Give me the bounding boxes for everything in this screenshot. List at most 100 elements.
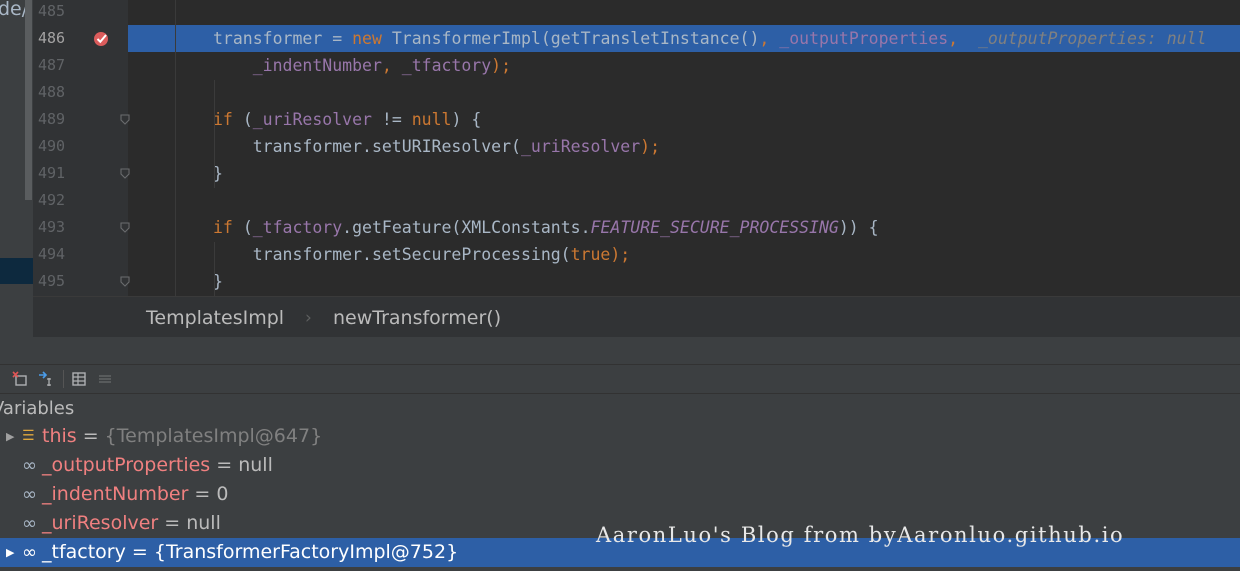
line-number[interactable]: 487: [38, 52, 65, 79]
variable-name: _outputProperties: [42, 454, 211, 476]
toolbar-separator: [63, 370, 64, 388]
variable-value: 0: [216, 483, 229, 505]
code-token: _indentNumber: [252, 56, 382, 75]
variable-equals: =: [210, 454, 239, 476]
code-token: _tfactory: [252, 218, 343, 237]
code-line[interactable]: if (_tfactory.getFeature(XMLConstants.FE…: [176, 214, 1240, 241]
breadcrumb-class[interactable]: TemplatesImpl: [146, 307, 284, 329]
step-into-icon[interactable]: [38, 371, 54, 387]
code-token: (: [242, 110, 253, 129]
code-line[interactable]: [176, 79, 1240, 106]
code-token: if: [213, 218, 243, 237]
variable-equals: =: [125, 541, 154, 563]
variable-content: this = {TemplatesImpl@647}: [42, 422, 322, 451]
code-line[interactable]: transformer = new TransformerImpl(getTra…: [176, 25, 1240, 52]
code-token: true: [570, 245, 611, 264]
code-token: _uriResolver: [252, 110, 382, 129]
settings-list-icon[interactable]: [97, 371, 113, 387]
breadcrumb: TemplatesImpl › newTransformer(): [33, 296, 1240, 338]
line-number[interactable]: 492: [38, 187, 65, 214]
code-token: null: [411, 110, 452, 129]
project-panel[interactable]: de/l: [0, 0, 33, 337]
code-token: transformer.setURIResolver(: [213, 137, 521, 156]
code-token: new: [352, 29, 392, 48]
variable-content: _indentNumber = 0: [42, 480, 228, 509]
code-token: transformer.setSecureProcessing(: [213, 245, 571, 264]
variable-value: {TemplatesImpl@647}: [104, 425, 323, 447]
breadcrumb-method[interactable]: newTransformer(): [333, 307, 501, 329]
fold-marker-icon[interactable]: [120, 222, 130, 233]
indent-guide: [214, 242, 215, 296]
expand-arrow-icon[interactable]: ▶: [6, 538, 14, 567]
code-token: FEATURE_SECURE_PROCESSING: [590, 218, 839, 237]
ide-window: de/l transformer = new TransformerImpl(g…: [0, 0, 1240, 571]
fold-marker-icon[interactable]: [120, 114, 130, 125]
code-line[interactable]: [176, 0, 1240, 25]
code-line[interactable]: }: [176, 160, 1240, 187]
line-number[interactable]: 491: [38, 160, 65, 187]
fold-marker-icon[interactable]: [120, 276, 130, 287]
fold-marker-icon[interactable]: [120, 168, 130, 179]
watermark: AaronLuo's Blog from byAaronluo.github.i…: [596, 523, 1125, 547]
variable-row[interactable]: ▶ ☰ this = {TemplatesImpl@647}: [0, 422, 1240, 451]
code-editor[interactable]: transformer = new TransformerImpl(getTra…: [176, 0, 1240, 296]
code-token: _outputProperties: [779, 29, 949, 48]
variable-name: _indentNumber: [42, 483, 189, 505]
variable-value: null: [238, 454, 273, 476]
variable-value: null: [186, 512, 221, 534]
field-icon: ∞: [22, 542, 37, 563]
code-token: !=: [381, 110, 412, 129]
variable-row[interactable]: ∞ _indentNumber = 0: [0, 480, 1240, 509]
line-number[interactable]: 489: [38, 106, 65, 133]
variable-equals: =: [76, 425, 105, 447]
code-token: ,: [948, 29, 978, 48]
line-number[interactable]: 493: [38, 214, 65, 241]
variable-equals: =: [158, 512, 187, 534]
variable-row[interactable]: ∞ _outputProperties = null: [0, 451, 1240, 480]
debug-toolbar: [0, 365, 1240, 394]
chevron-right-icon: ›: [305, 308, 312, 328]
line-number[interactable]: 494: [38, 241, 65, 268]
field-icon: ∞: [22, 484, 37, 505]
code-token: );: [610, 245, 631, 264]
line-number[interactable]: 495: [38, 268, 65, 295]
variable-value: {TransformerFactoryImpl@752}: [153, 541, 459, 563]
code-token: _tfactory: [401, 56, 492, 75]
panel-splitter[interactable]: [0, 337, 1240, 365]
code-token: if: [213, 110, 243, 129]
table-icon[interactable]: [71, 371, 87, 387]
variable-equals: =: [188, 483, 217, 505]
line-number[interactable]: 486: [38, 25, 65, 52]
variable-name: _uriResolver: [42, 512, 159, 534]
field-icon: ∞: [22, 513, 37, 534]
code-token: );: [491, 56, 512, 75]
code-token: )) {: [838, 218, 879, 237]
breakpoint-icon[interactable]: [93, 30, 111, 48]
field-icon: ∞: [22, 455, 37, 476]
project-scrollbar[interactable]: [25, 0, 32, 200]
line-number[interactable]: 488: [38, 79, 65, 106]
code-token: ,: [381, 56, 402, 75]
code-line[interactable]: transformer.setSecureProcessing(true);: [176, 241, 1240, 268]
code-line[interactable]: _indentNumber, _tfactory);: [176, 52, 1240, 79]
variable-content: _uriResolver = null: [42, 509, 221, 538]
variable-content: _tfactory = {TransformerFactoryImpl@752}: [42, 538, 458, 567]
variable-name: this: [42, 425, 77, 447]
code-line[interactable]: [176, 187, 1240, 214]
code-token: );: [640, 137, 661, 156]
restore-layout-icon[interactable]: [12, 371, 28, 387]
code-token: _uriResolver: [520, 137, 641, 156]
code-line[interactable]: if (_uriResolver != null) {: [176, 106, 1240, 133]
object-icon: ☰: [22, 428, 35, 444]
line-number[interactable]: 490: [38, 133, 65, 160]
code-line[interactable]: }: [176, 268, 1240, 295]
indent-guide: [214, 134, 215, 188]
expand-arrow-icon[interactable]: ▶: [6, 422, 14, 451]
code-line[interactable]: transformer.setURIResolver(_uriResolver)…: [176, 133, 1240, 160]
code-token: transformer: [213, 29, 333, 48]
project-selected-row[interactable]: [0, 258, 33, 284]
code-token: (: [242, 218, 253, 237]
line-number[interactable]: 485: [38, 0, 65, 25]
code-token: =: [332, 29, 353, 48]
